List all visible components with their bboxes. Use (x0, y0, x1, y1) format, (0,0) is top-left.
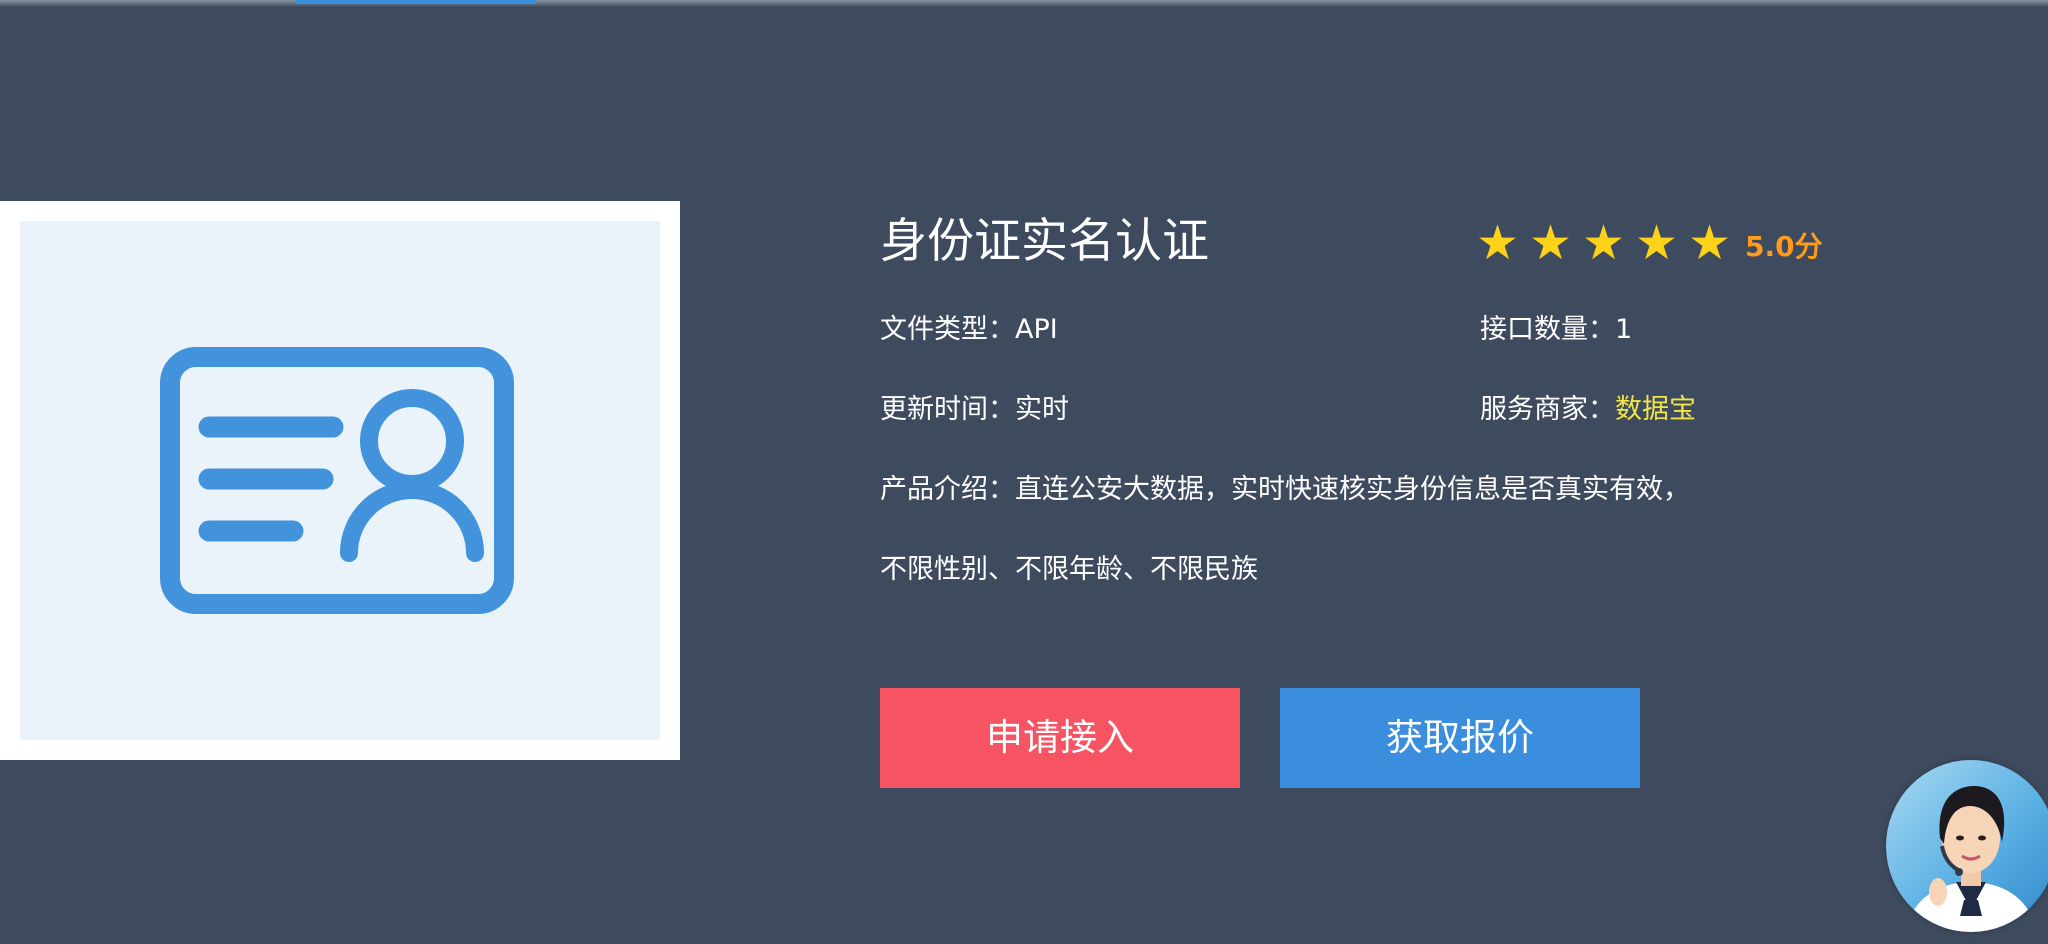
file-type-label: 文件类型： (880, 314, 1015, 345)
product-title: 身份证实名认证 (880, 214, 1209, 269)
nav-active-indicator (296, 0, 536, 4)
api-count-row: 接口数量：1 (1480, 310, 1632, 350)
rating-score: 5.0分 (1745, 230, 1823, 263)
rating-stars: ★ ★ ★ ★ ★ 5.0分 (1476, 215, 1823, 271)
provider-label: 服务商家： (1480, 394, 1615, 425)
get-quote-button[interactable]: 获取报价 (1280, 688, 1640, 788)
provider-link[interactable]: 数据宝 (1615, 394, 1696, 425)
update-time-label: 更新时间： (880, 394, 1015, 425)
star-icon: ★ (1582, 215, 1626, 271)
star-icon: ★ (1635, 215, 1679, 271)
api-count-value: 1 (1615, 314, 1633, 345)
file-type-value: API (1015, 314, 1058, 345)
intro-label: 产品介绍： (880, 474, 1015, 505)
api-count-label: 接口数量： (1480, 314, 1615, 345)
provider-row: 服务商家：数据宝 (1480, 390, 1696, 430)
intro-row-continued: 不限性别、不限年龄、不限民族 (880, 550, 1258, 590)
product-image (20, 221, 660, 740)
file-type-row: 文件类型：API (880, 310, 1058, 350)
star-icon: ★ (1529, 215, 1573, 271)
star-icon: ★ (1476, 215, 1520, 271)
product-image-frame (0, 201, 680, 760)
customer-service-icon (1906, 786, 2036, 932)
intro-text-line2: 不限性别、不限年龄、不限民族 (880, 554, 1258, 585)
product-detail-page: 身份证实名认证 ★ ★ ★ ★ ★ 5.0分 文件类型：API 接口数量：1 更… (0, 0, 2048, 944)
id-card-icon (160, 347, 514, 614)
customer-service-avatar[interactable] (1886, 760, 2048, 932)
intro-row: 产品介绍：直连公安大数据，实时快速核实身份信息是否真实有效， (880, 470, 1690, 510)
update-time-row: 更新时间：实时 (880, 390, 1069, 430)
star-icon: ★ (1688, 215, 1732, 271)
intro-text-line1: 直连公安大数据，实时快速核实身份信息是否真实有效， (1015, 474, 1690, 505)
apply-access-button[interactable]: 申请接入 (880, 688, 1240, 788)
update-time-value: 实时 (1015, 394, 1069, 425)
